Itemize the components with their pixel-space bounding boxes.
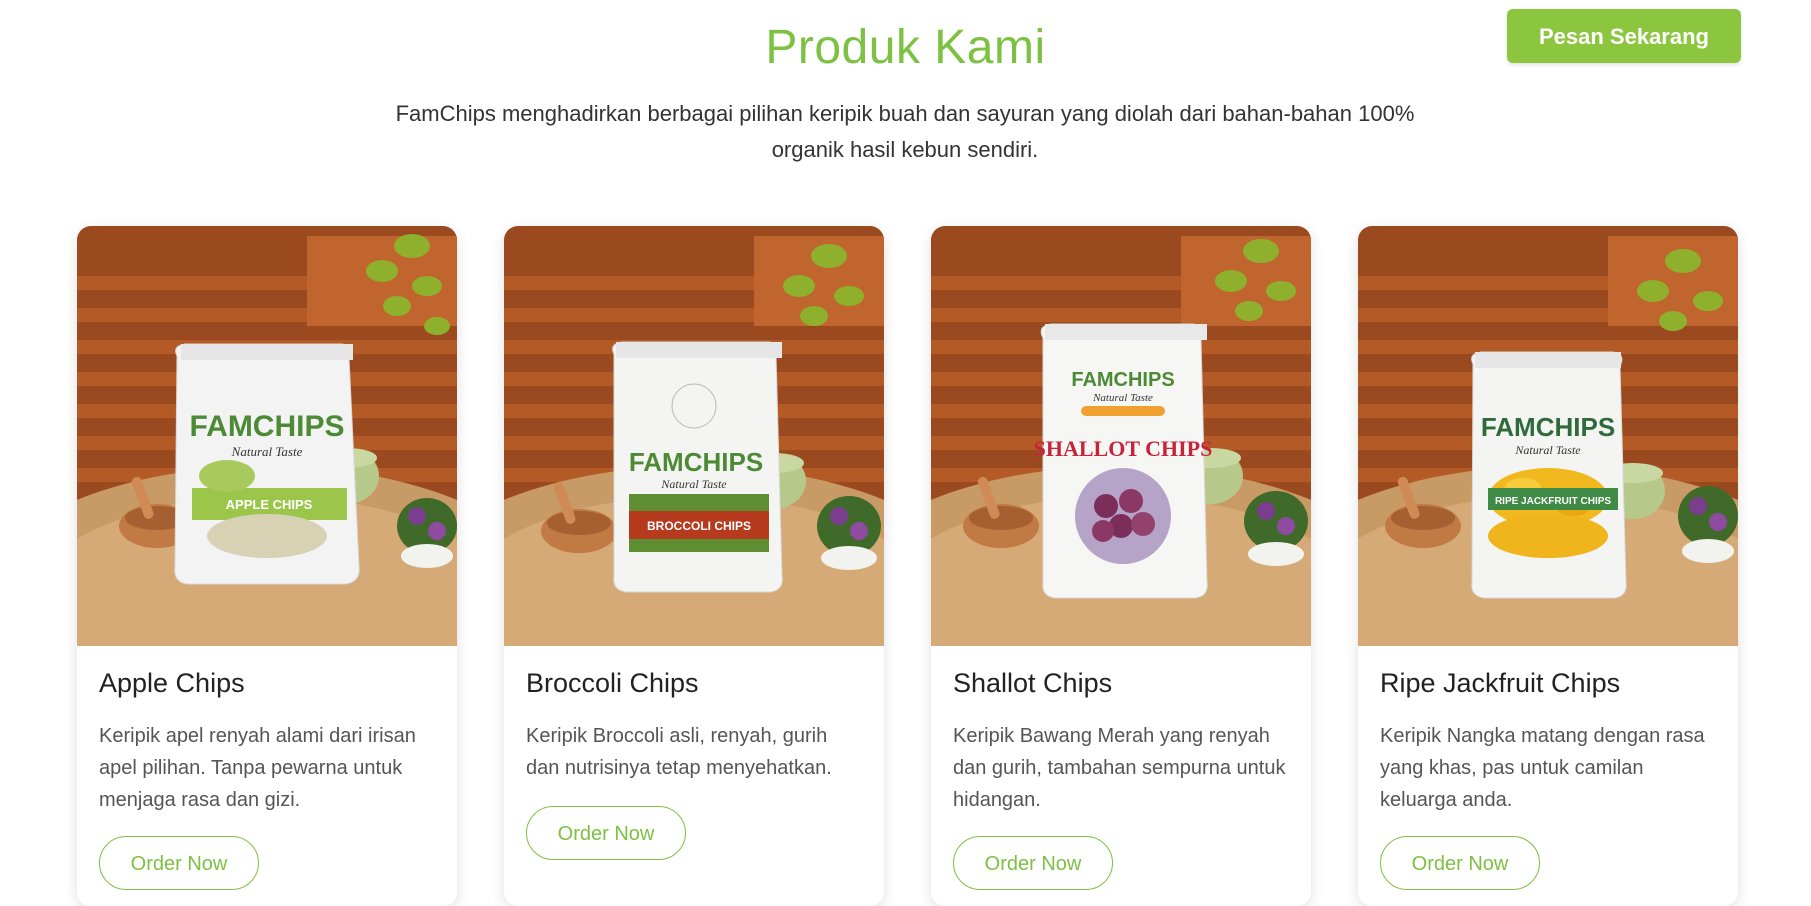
package-label-text: SHALLOT CHIPS: [1034, 436, 1213, 461]
package-label-text: BROCCOLI CHIPS: [647, 519, 751, 533]
section-subtitle: FamChips menghadirkan berbagai pilihan k…: [395, 101, 1415, 162]
product-card-shallot: FAMCHIPS Natural Taste SHALLOT CHIPS Sha…: [931, 226, 1311, 906]
product-card-broccoli: FAMCHIPS Natural Taste BROCCOLI CHIPS Br…: [504, 226, 884, 906]
product-photo: FAMCHIPS Natural Taste SHALLOT CHIPS: [931, 226, 1311, 646]
product-name: Shallot Chips: [953, 668, 1113, 698]
package-tagline-text: Natural Taste: [1092, 392, 1153, 404]
package-brand-text: FAMCHIPS: [189, 410, 344, 443]
product-photo: FAMCHIPS Natural Taste BROCCOLI CHIPS: [504, 226, 884, 646]
product-description: Keripik Broccoli asli, renyah, gurih dan…: [526, 725, 832, 779]
product-card-apple: FAMCHIPS Natural Taste APPLE CHIPS Apple…: [77, 226, 457, 906]
product-name: Ripe Jackfruit Chips: [1380, 668, 1621, 698]
package-label-text: APPLE CHIPS: [226, 497, 313, 512]
order-now-button[interactable]: Order Now: [99, 836, 259, 890]
product-name: Broccoli Chips: [526, 668, 699, 698]
package-tagline-text: Natural Taste: [1514, 443, 1581, 457]
product-photo: FAMCHIPS Natural Taste APPLE CHIPS: [77, 226, 457, 646]
product-description: Keripik Bawang Merah yang renyah dan gur…: [953, 725, 1286, 811]
product-name: Apple Chips: [99, 668, 245, 698]
package-brand-text: FAMCHIPS: [629, 447, 763, 477]
product-card-list: FAMCHIPS Natural Taste APPLE CHIPS Apple…: [77, 226, 1738, 906]
product-description: Keripik apel renyah alami dari irisan ap…: [99, 725, 416, 811]
product-card-jackfruit: FAMCHIPS Natural Taste RIPE JACKFRUIT CH…: [1358, 226, 1738, 906]
section-title: Produk Kami: [765, 21, 1046, 74]
package-tagline-text: Natural Taste: [660, 477, 727, 491]
package-tagline-text: Natural Taste: [231, 444, 303, 459]
package-brand-text: FAMCHIPS: [1481, 412, 1615, 442]
package-label-text: RIPE JACKFRUIT CHIPS: [1495, 496, 1611, 507]
package-brand-text: FAMCHIPS: [1071, 369, 1174, 391]
order-now-button[interactable]: Order Now: [1380, 836, 1540, 890]
product-photo: FAMCHIPS Natural Taste RIPE JACKFRUIT CH…: [1358, 226, 1738, 646]
order-now-button[interactable]: Order Now: [953, 836, 1113, 890]
order-now-button[interactable]: Order Now: [526, 806, 686, 860]
product-description: Keripik Nangka matang dengan rasa yang k…: [1380, 725, 1705, 811]
